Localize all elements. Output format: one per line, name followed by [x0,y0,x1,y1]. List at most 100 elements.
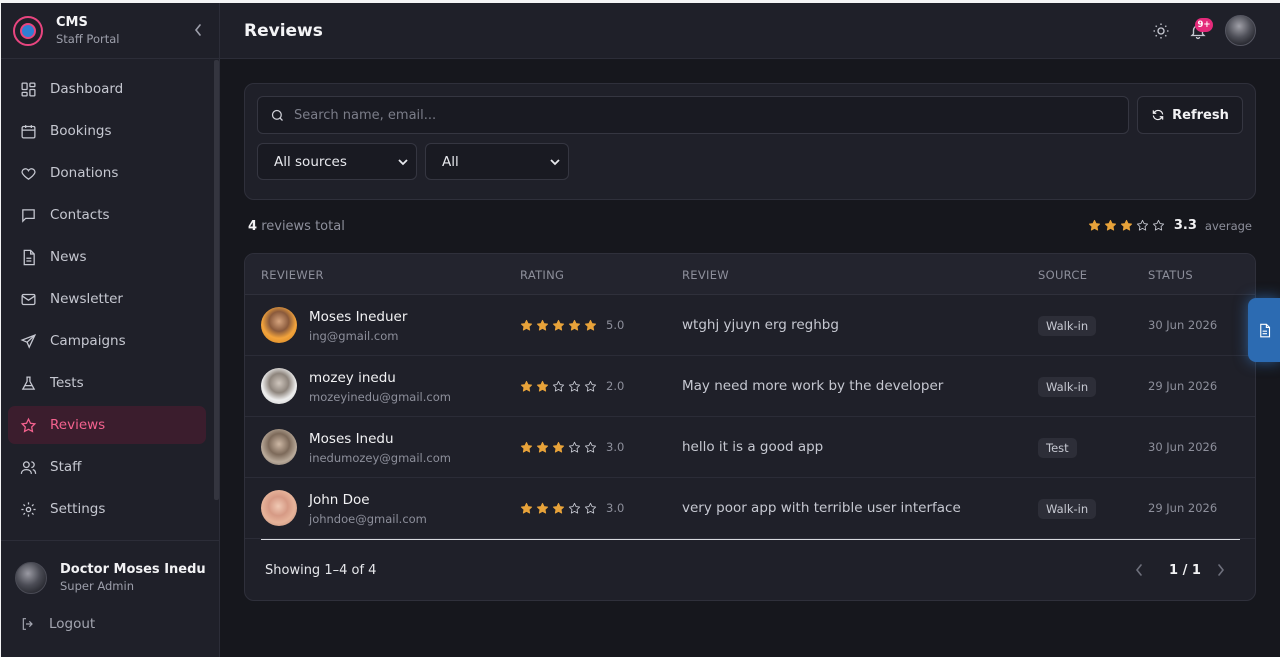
status-date: 29 Jun 2026 [1148,379,1218,393]
status-select[interactable]: All [425,143,569,180]
rating-value: 3.0 [606,440,625,454]
chevron-down-icon [398,159,408,166]
chevron-left-icon [1135,564,1142,576]
brand-subtitle: Staff Portal [56,31,120,46]
sidebar-item-tests[interactable]: Tests [8,364,206,402]
document-icon [1259,323,1270,337]
next-page-button[interactable] [1214,563,1228,577]
status-select-value: All [442,153,459,170]
source-select[interactable]: All sources [257,143,417,180]
sidebar-item-reviews[interactable]: Reviews [8,406,206,444]
star-filled-icon [1104,219,1116,231]
avatar [261,490,297,526]
column-header-review[interactable]: REVIEW [682,268,729,282]
sidebar-nav: Dashboard Bookings Donations Contacts Ne… [8,70,206,532]
rating-value: 3.0 [606,501,625,515]
star-empty-icon [1152,219,1164,231]
refresh-button[interactable]: Refresh [1137,96,1243,134]
sidebar-item-label: Staff [50,459,82,475]
mail-icon [21,293,36,305]
users-icon [20,460,37,474]
logout-button[interactable]: Logout [1,594,219,632]
avatar[interactable] [1225,15,1256,46]
sidebar-item-label: Bookings [50,123,112,139]
search-field[interactable] [257,96,1129,134]
source-badge: Walk-in [1038,316,1097,336]
top-header: Reviews 9+ [220,3,1280,59]
avatar [261,429,297,465]
star-filled-icon [520,380,533,392]
calendar-icon [21,124,36,139]
rating: 2.0 [520,379,624,393]
table-row[interactable]: John Doe johndoe@gmail.com 3.0 very poor… [245,478,1255,539]
rating-value: 2.0 [606,379,625,393]
rating-stars [520,441,600,454]
chevron-right-icon [1218,564,1225,576]
search-icon [271,109,283,121]
source-badge: Walk-in [1038,499,1097,519]
sidebar-item-contacts[interactable]: Contacts [8,196,206,234]
star-empty-icon [584,380,597,392]
document-icon [23,249,35,265]
review-text: hello it is a good app [682,439,824,455]
send-icon [20,333,37,349]
star-filled-icon [1088,219,1100,231]
star-filled-icon [536,380,549,392]
column-header-source[interactable]: SOURCE [1038,268,1087,282]
star-filled-icon [552,319,565,331]
sidebar-item-newsletter[interactable]: Newsletter [8,280,206,318]
brand-logo [13,15,43,46]
sidebar-item-bookings[interactable]: Bookings [8,112,206,150]
sidebar-item-label: Dashboard [50,81,124,97]
sidebar-scrollbar[interactable] [214,60,219,500]
column-header-reviewer[interactable]: REVIEWER [261,268,324,282]
sidebar-item-staff[interactable]: Staff [8,448,206,486]
star-empty-icon [568,380,581,392]
status-date: 29 Jun 2026 [1148,501,1218,515]
sidebar-item-label: Settings [50,501,106,517]
star-filled-icon [1120,219,1132,231]
previous-page-button[interactable] [1132,563,1146,577]
star-filled-icon [520,441,533,453]
column-header-status[interactable]: STATUS [1148,268,1193,282]
table-header: REVIEWER RATING REVIEW SOURCE STATUS [245,254,1255,295]
theme-toggle-button[interactable] [1151,21,1171,41]
sidebar-item-settings[interactable]: Settings [8,490,206,528]
average-value: 3.3 [1173,218,1197,233]
sidebar-item-campaigns[interactable]: Campaigns [8,322,206,360]
review-text: wtghj yjuyn erg reghbg [682,317,839,333]
table-row[interactable]: mozey inedu mozeyinedu@gmail.com 2.0 May… [245,356,1255,417]
collapse-sidebar-button[interactable] [191,23,205,37]
page-title: Reviews [244,21,323,41]
table-row[interactable]: Moses Ineduer ing@gmail.com 5.0 wtghj yj… [245,295,1255,356]
sidebar-item-donations[interactable]: Donations [8,154,206,192]
sidebar-item-news[interactable]: News [8,238,206,276]
reviewer-name: Moses Inedu [309,431,394,447]
sidebar-item-dashboard[interactable]: Dashboard [8,70,206,108]
star-filled-icon [584,319,597,331]
user-role: Super Admin [60,579,134,594]
showing-count: Showing 1–4 of 4 [265,563,377,578]
table-divider [261,539,1240,540]
column-header-rating[interactable]: RATING [520,268,564,282]
star-icon [20,417,37,433]
refresh-icon [1152,109,1164,121]
star-filled-icon [536,441,549,453]
review-text: May need more work by the developer [682,378,944,394]
search-input[interactable] [294,107,1114,123]
reviewer-name: John Doe [309,492,370,508]
gear-icon [21,501,36,517]
table-row[interactable]: Moses Inedu inedumozey@gmail.com 3.0 hel… [245,417,1255,478]
brand-title: CMS [56,14,88,30]
side-panel-tab[interactable] [1248,298,1280,362]
sidebar: CMS Staff Portal Dashboard Bookings Dona… [1,3,220,657]
reviewer-email: mozeyinedu@gmail.com [309,390,451,404]
page-indicator: 1 / 1 [1169,563,1201,578]
rating: 5.0 [520,318,624,332]
reviewer-email: inedumozey@gmail.com [309,451,451,465]
refresh-label: Refresh [1172,107,1229,123]
user-profile[interactable]: Doctor Moses Inedu Super Admin [1,541,219,594]
notification-badge: 9+ [1195,18,1213,32]
status-date: 30 Jun 2026 [1148,440,1218,454]
star-filled-icon [568,319,581,331]
